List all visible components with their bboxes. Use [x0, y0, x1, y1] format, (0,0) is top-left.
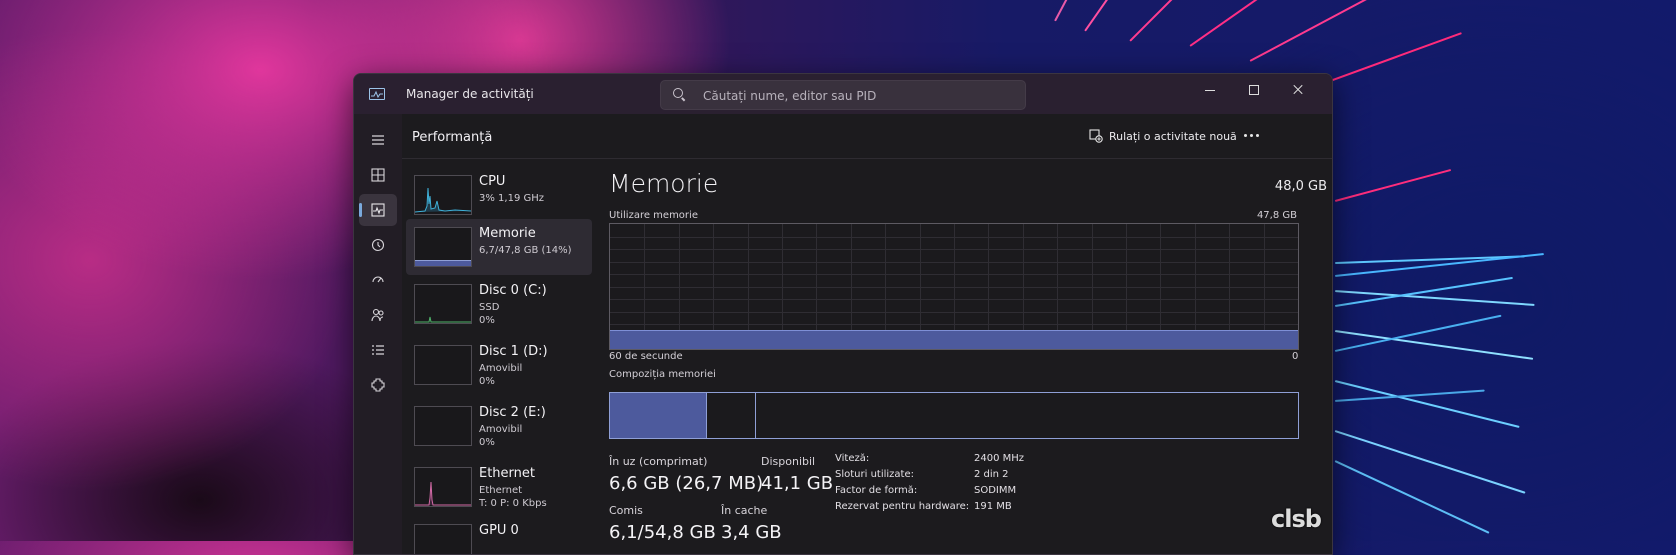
- resource-ethernet[interactable]: Ethernet Ethernet T: 0 P: 0 Kbps: [406, 459, 592, 515]
- in-use-label: În uz (comprimat): [609, 455, 708, 468]
- watermark-logo: clsb: [1271, 505, 1322, 533]
- run-new-task-button[interactable]: Rulați o activitate nouă: [1089, 125, 1237, 147]
- task-manager-app-icon: [369, 88, 385, 100]
- window-title: Manager de activități: [406, 87, 534, 101]
- minimize-button[interactable]: [1188, 74, 1232, 106]
- more-dot-icon: [1244, 134, 1247, 137]
- graph-zero-label: 0: [1292, 351, 1299, 362]
- available-value: 41,1 GB: [761, 473, 834, 494]
- resource-name: CPU: [479, 174, 506, 189]
- spec-form-factor-label: Factor de formă:: [835, 485, 918, 496]
- resource-disk-2[interactable]: Disc 2 (E:) Amovibil 0%: [406, 398, 592, 454]
- committed-label: Comis: [609, 504, 643, 517]
- resource-list: CPU 3% 1,19 GHz Memorie 6,7/47,8 GB (14%…: [402, 159, 592, 554]
- resource-disk-0[interactable]: Disc 0 (C:) SSD 0%: [406, 276, 592, 332]
- resource-usage: T: 0 P: 0 Kbps: [479, 498, 547, 509]
- resource-detail: Amovibil: [479, 363, 523, 374]
- spec-form-factor-value: SODIMM: [974, 485, 1017, 496]
- memory-title: Memorie: [609, 169, 719, 198]
- spec-speed-value: 2400 MHz: [974, 453, 1025, 464]
- resource-usage: 0%: [479, 315, 495, 326]
- disk-1-thumbnail-graph: [414, 345, 472, 385]
- resource-detail: Amovibil: [479, 424, 523, 435]
- resource-name: Disc 2 (E:): [479, 405, 546, 420]
- processes-icon: [371, 168, 385, 182]
- nav-details[interactable]: [359, 334, 397, 366]
- startup-apps-icon: [372, 276, 384, 283]
- memory-composition-bar[interactable]: [609, 392, 1299, 439]
- resource-name: Ethernet: [479, 466, 535, 481]
- close-button[interactable]: [1276, 74, 1320, 106]
- more-dot-icon: [1250, 134, 1253, 137]
- resource-detail: 3% 1,19 GHz: [479, 193, 545, 204]
- committed-value: 6,1/54,8 GB: [609, 522, 716, 543]
- more-options-button[interactable]: [1237, 122, 1267, 148]
- hamburger-menu-button[interactable]: [359, 124, 397, 156]
- resource-gpu-0[interactable]: GPU 0: [406, 516, 592, 554]
- cpu-thumbnail-graph: [414, 175, 472, 215]
- users-icon: [371, 308, 384, 322]
- memory-usage-label: Utilizare memorie: [609, 210, 698, 221]
- nav-services[interactable]: [359, 369, 397, 401]
- memory-total: 48,0 GB: [1274, 179, 1327, 194]
- performance-panel: Performanță Rulați o activitate nouă CPU…: [402, 114, 1332, 554]
- page-title: Performanță: [412, 130, 493, 145]
- nav-users[interactable]: [359, 299, 397, 331]
- disk-2-thumbnail-graph: [414, 406, 472, 446]
- memory-thumbnail-graph: [414, 227, 472, 267]
- memory-usage-graph: [609, 223, 1299, 350]
- spec-slots-label: Sloturi utilizate:: [835, 469, 914, 480]
- performance-icon: [371, 203, 385, 217]
- resource-name: Memorie: [479, 226, 536, 241]
- resource-name: Disc 1 (D:): [479, 344, 548, 359]
- nav-app-history[interactable]: [359, 229, 397, 261]
- resource-cpu[interactable]: CPU 3% 1,19 GHz: [406, 167, 592, 223]
- run-task-label: Rulați o activitate nouă: [1109, 129, 1237, 143]
- spec-speed-label: Viteză:: [835, 453, 870, 464]
- memory-details: Memorie 48,0 GB Utilizare memorie 47,8 G…: [607, 159, 1327, 554]
- memory-usage-fill: [610, 330, 1298, 349]
- resource-memory[interactable]: Memorie 6,7/47,8 GB (14%): [406, 219, 592, 275]
- nav-processes[interactable]: [359, 159, 397, 191]
- cached-label: În cache: [721, 504, 768, 517]
- search-box[interactable]: [660, 80, 1026, 110]
- nav-performance[interactable]: [359, 194, 397, 226]
- resource-disk-1[interactable]: Disc 1 (D:) Amovibil 0%: [406, 337, 592, 393]
- resource-name: Disc 0 (C:): [479, 283, 547, 298]
- disk-0-thumbnail-graph: [414, 284, 472, 324]
- run-task-icon: [1089, 129, 1103, 143]
- app-history-icon: [371, 238, 385, 252]
- details-icon: [372, 345, 384, 355]
- ethernet-thumbnail-graph: [414, 467, 472, 507]
- memory-usage-max: 47,8 GB: [1256, 210, 1297, 221]
- gpu-thumbnail-graph: [414, 524, 472, 554]
- maximize-button[interactable]: [1232, 74, 1276, 106]
- title-bar[interactable]: Manager de activități: [354, 74, 1332, 114]
- search-icon: [673, 88, 683, 98]
- resource-name: GPU 0: [479, 523, 519, 538]
- resource-usage: 0%: [479, 437, 495, 448]
- composition-modified[interactable]: [707, 393, 756, 438]
- more-dot-icon: [1256, 134, 1259, 137]
- spec-reserved-value: 191 MB: [974, 501, 1012, 512]
- spec-slots-value: 2 din 2: [974, 469, 1009, 480]
- cached-value: 3,4 GB: [721, 522, 782, 543]
- graph-time-label: 60 de secunde: [609, 351, 683, 362]
- available-label: Disponibil: [761, 455, 816, 468]
- resource-detail: 6,7/47,8 GB (14%): [479, 245, 572, 256]
- resource-usage: 0%: [479, 376, 495, 387]
- services-icon: [371, 378, 385, 392]
- nav-startup-apps[interactable]: [359, 264, 397, 296]
- spec-reserved-label: Rezervat pentru hardware:: [835, 501, 970, 512]
- composition-in-use[interactable]: [610, 393, 707, 438]
- hamburger-menu-icon: [372, 135, 384, 145]
- resource-detail: SSD: [479, 302, 500, 313]
- in-use-value: 6,6 GB (26,7 MB): [609, 473, 764, 494]
- resource-detail: Ethernet: [479, 485, 523, 496]
- task-manager-window: Manager de activități Căutați nume, edit…: [353, 73, 1333, 555]
- memory-composition-label: Compoziția memoriei: [609, 369, 716, 380]
- search-input[interactable]: [701, 86, 1015, 105]
- navigation-sidebar: [354, 114, 402, 554]
